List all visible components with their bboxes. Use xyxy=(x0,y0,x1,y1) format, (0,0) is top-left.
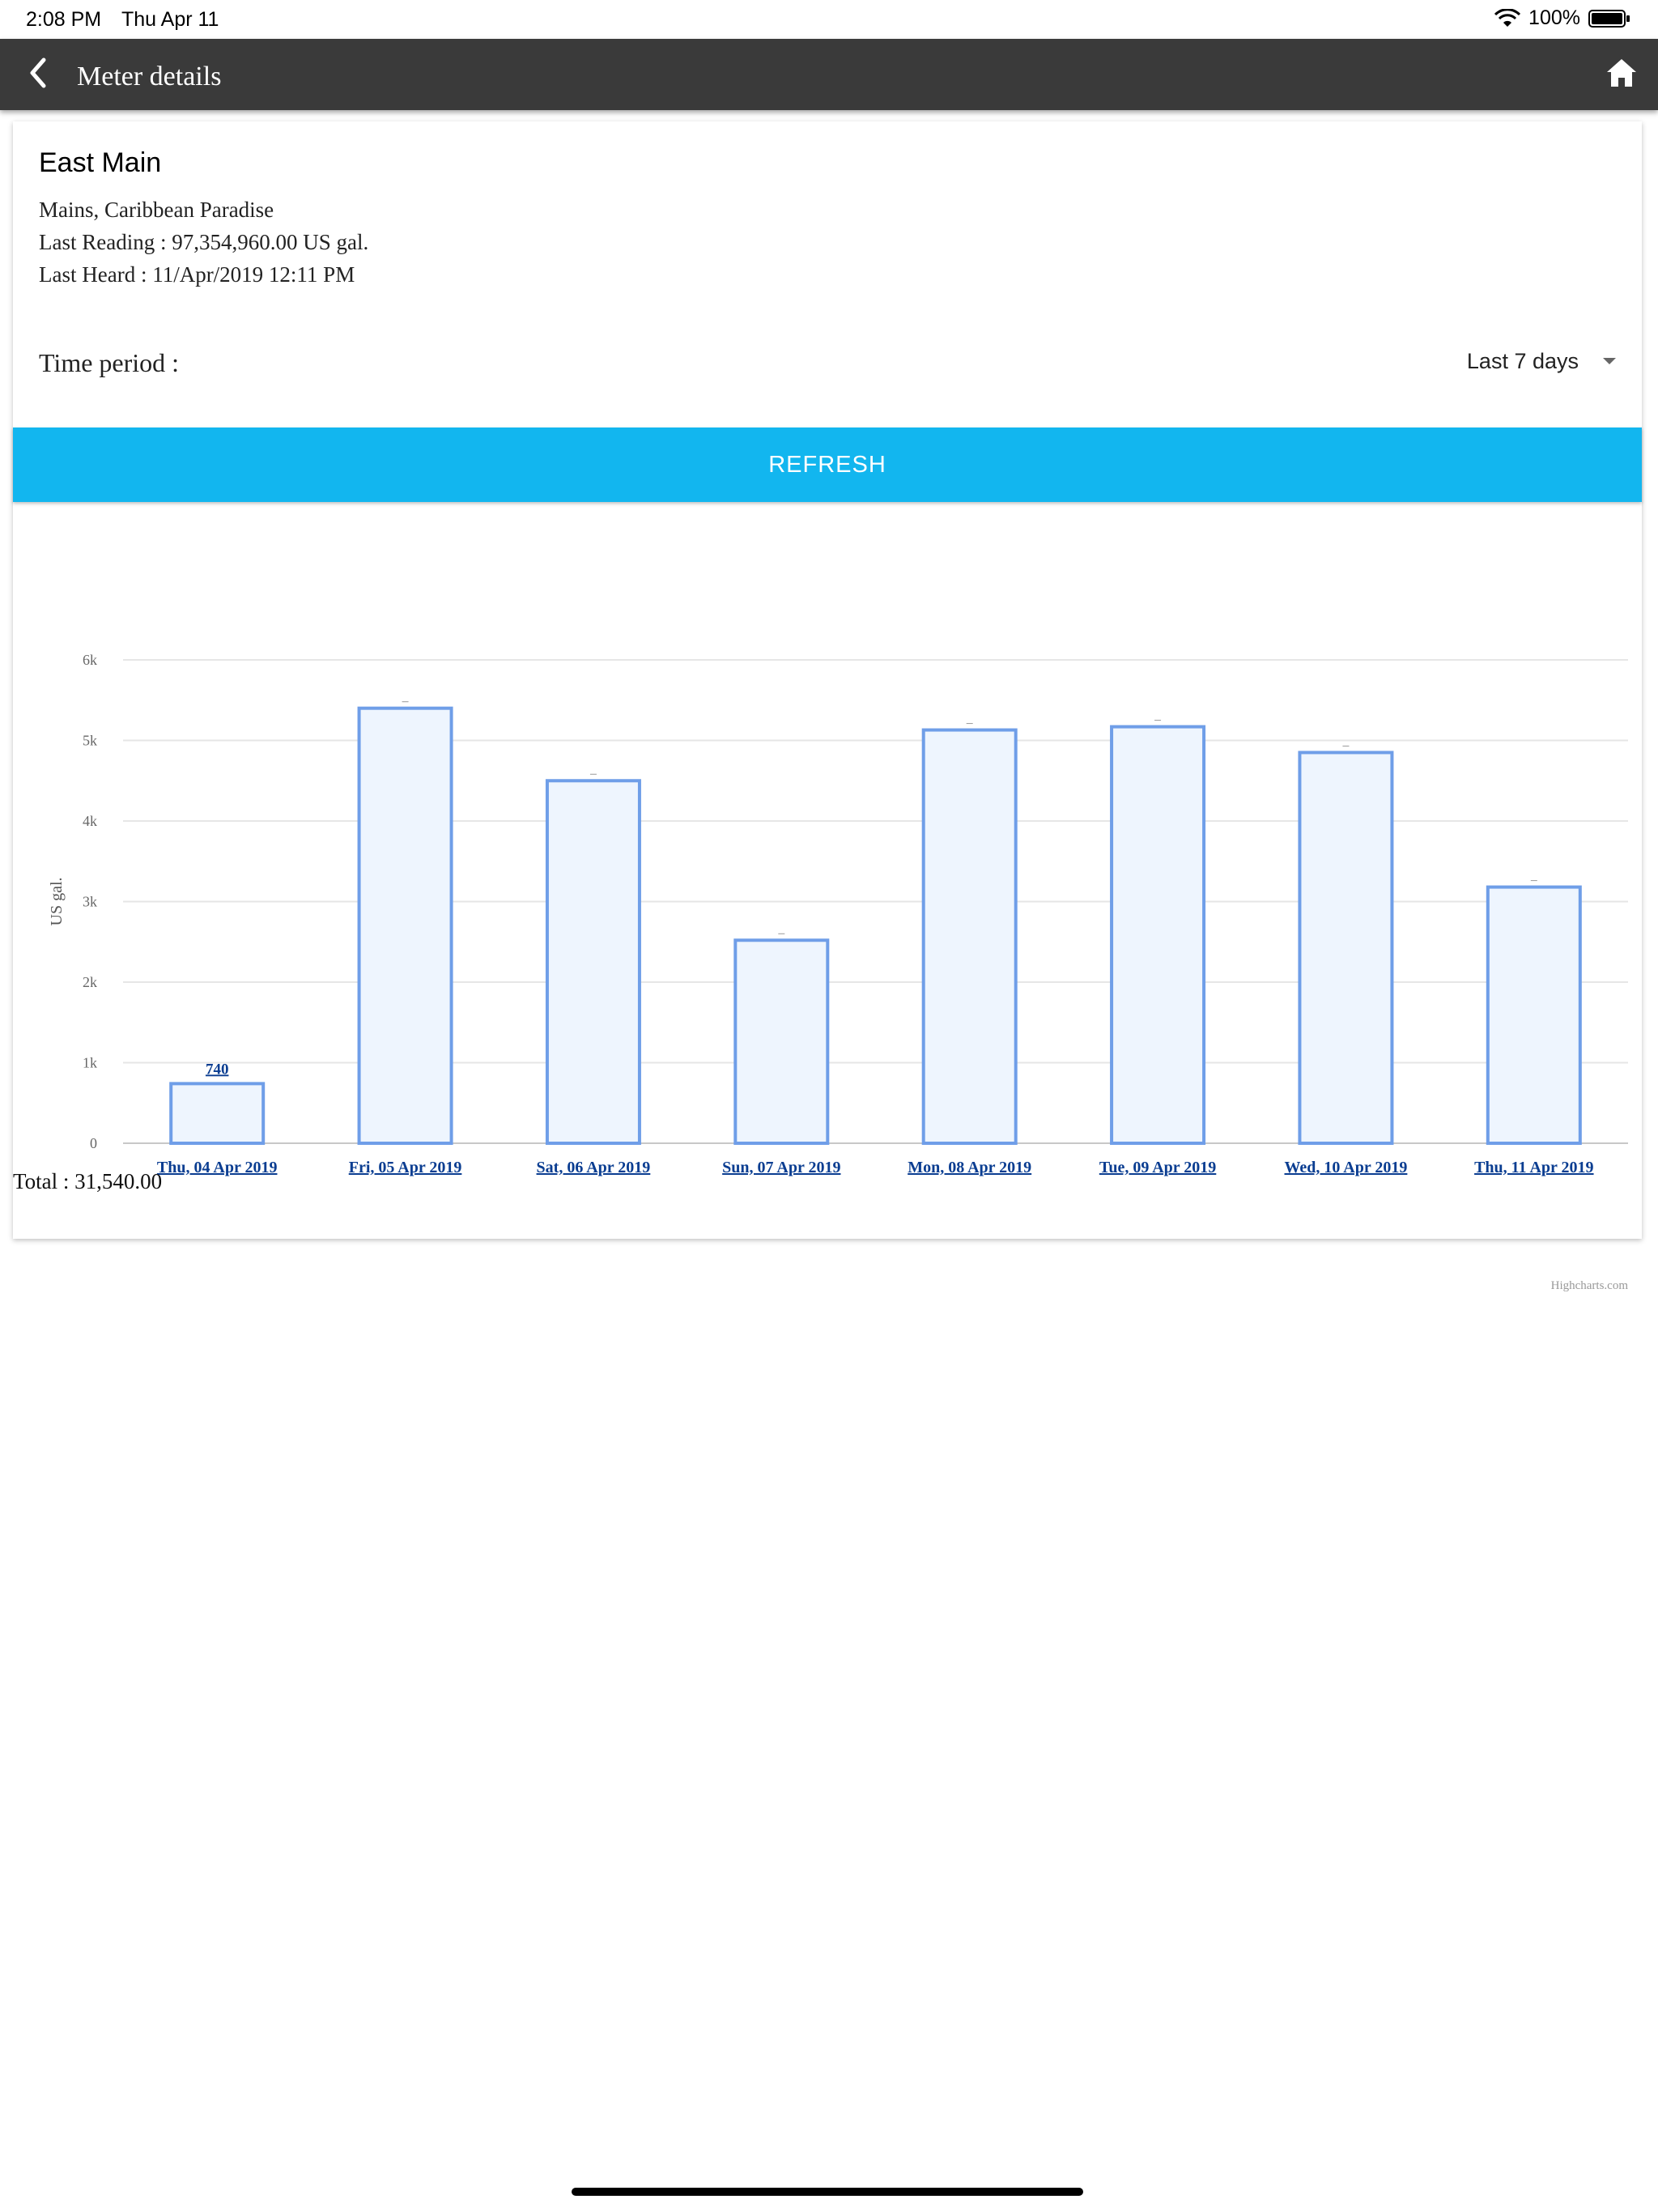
y-tick-label: 3k xyxy=(83,894,97,910)
caret-down-icon xyxy=(1603,358,1616,364)
x-category-label: Tue, 09 Apr 2019 xyxy=(1099,1159,1216,1176)
x-category-label: Wed, 10 Apr 2019 xyxy=(1285,1159,1408,1176)
meter-name: East Main xyxy=(39,147,162,178)
y-tick-label: 2k xyxy=(83,974,97,990)
chart-credit: Highcharts.com xyxy=(1551,1279,1629,1292)
bar-2 xyxy=(545,779,641,1145)
x-category-label: Fri, 05 Apr 2019 xyxy=(349,1159,462,1176)
home-indicator xyxy=(572,2188,1083,2196)
y-tick-label: 1k xyxy=(83,1055,97,1071)
meter-last-heard: Last Heard : 11/Apr/2019 12:11 PM xyxy=(39,262,355,287)
navigation-bar: Meter details xyxy=(0,39,1658,110)
time-period-label: Time period : xyxy=(39,348,180,377)
bar-1 xyxy=(357,706,453,1145)
page-title: Meter details xyxy=(77,62,222,91)
x-category-label: Thu, 11 Apr 2019 xyxy=(1474,1159,1593,1176)
y-tick-label: 4k xyxy=(83,813,97,829)
battery-icon xyxy=(1588,9,1630,28)
data-label: 740 xyxy=(206,1061,229,1078)
bar-4 xyxy=(921,728,1018,1145)
total-usage: Total : 31,540.00 xyxy=(13,1169,163,1193)
y-axis-title: US gal. xyxy=(48,878,66,926)
x-category-label: Thu, 04 Apr 2019 xyxy=(157,1159,278,1176)
refresh-button[interactable]: REFRESH xyxy=(13,428,1642,502)
status-indicators: 100% xyxy=(1494,6,1630,30)
bar-0 xyxy=(169,1082,266,1145)
status-time: 2:08 PM xyxy=(26,8,102,31)
time-period-select[interactable]: Last 7 days xyxy=(1423,345,1618,377)
x-category-label: Sun, 07 Apr 2019 xyxy=(722,1159,840,1176)
usage-chart: 0 1k 2k 3k 4k 5k 6k US gal. 740 Thu, 04 Apr 2019 F… xyxy=(48,652,1629,1292)
meter-last-reading: Last Reading : 97,354,960.00 US gal. xyxy=(39,230,369,254)
bar-6 xyxy=(1298,751,1394,1145)
home-icon[interactable] xyxy=(1605,57,1639,89)
meter-location: Mains, Caribbean Paradise xyxy=(39,198,274,222)
status-bar: 2:08 PM Thu Apr 11 100% xyxy=(0,0,1658,39)
status-date: Thu Apr 11 xyxy=(121,8,219,31)
y-tick-label: 6k xyxy=(83,652,97,668)
time-period-value: Last 7 days xyxy=(1466,348,1579,373)
x-category-label: Mon, 08 Apr 2019 xyxy=(908,1159,1031,1176)
wifi-icon xyxy=(1494,8,1521,27)
chevron-left-icon[interactable] xyxy=(24,55,52,91)
x-category-label: Sat, 06 Apr 2019 xyxy=(537,1159,651,1176)
bar-3 xyxy=(733,938,830,1146)
battery-percent: 100% xyxy=(1528,6,1580,29)
y-tick-label: 5k xyxy=(83,733,97,749)
meter-card: East Main Mains, Caribbean Paradise Last… xyxy=(13,121,1642,1292)
y-tick-label: 0 xyxy=(90,1135,97,1151)
bar-5 xyxy=(1110,725,1206,1145)
bar-7 xyxy=(1486,885,1582,1145)
